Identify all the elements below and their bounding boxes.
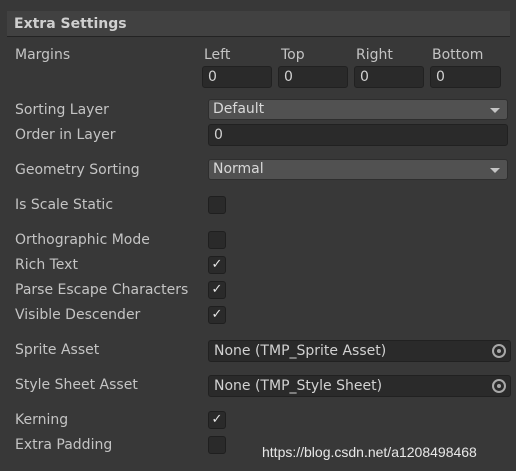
object-picker-icon[interactable] [492, 344, 506, 358]
sorting-layer-value: Default [213, 101, 265, 117]
extra-padding-checkbox[interactable] [208, 436, 226, 454]
sorting-layer-dropdown[interactable]: Default [208, 99, 508, 120]
order-in-layer-field[interactable]: 0 [208, 124, 508, 146]
geometry-sorting-value: Normal [213, 161, 264, 177]
kerning-checkbox[interactable]: ✓ [208, 411, 226, 429]
margin-top-label: Top [281, 47, 305, 63]
extra-padding-label: Extra Padding [15, 437, 113, 453]
parse-escape-label: Parse Escape Characters [15, 282, 189, 298]
watermark-text: https://blog.csdn.net/a1208498468 [262, 444, 477, 460]
margin-bottom-label: Bottom [432, 47, 484, 63]
section-header[interactable]: Extra Settings [7, 11, 510, 37]
orthographic-mode-checkbox[interactable] [208, 231, 226, 249]
is-scale-static-checkbox[interactable] [208, 196, 226, 214]
order-in-layer-label: Order in Layer [15, 127, 116, 143]
geometry-sorting-label: Geometry Sorting [15, 162, 140, 178]
style-sheet-asset-field[interactable]: None (TMP_Style Sheet) [208, 375, 511, 397]
margin-bottom-field[interactable]: 0 [430, 66, 501, 88]
rich-text-label: Rich Text [15, 257, 78, 273]
style-sheet-asset-label: Style Sheet Asset [15, 377, 138, 393]
parse-escape-checkbox[interactable]: ✓ [208, 281, 226, 299]
chevron-down-icon [490, 168, 500, 173]
sorting-layer-label: Sorting Layer [15, 102, 109, 118]
visible-descender-label: Visible Descender [15, 307, 141, 323]
margin-left-field[interactable]: 0 [202, 66, 272, 88]
geometry-sorting-dropdown[interactable]: Normal [208, 159, 508, 180]
sprite-asset-field[interactable]: None (TMP_Sprite Asset) [208, 340, 511, 362]
chevron-down-icon [490, 108, 500, 113]
margin-top-field[interactable]: 0 [278, 66, 348, 88]
is-scale-static-label: Is Scale Static [15, 197, 114, 213]
margin-right-field[interactable]: 0 [354, 66, 424, 88]
kerning-label: Kerning [15, 412, 69, 428]
rich-text-checkbox[interactable]: ✓ [208, 256, 226, 274]
style-sheet-asset-value: None (TMP_Style Sheet) [214, 378, 383, 394]
object-picker-icon[interactable] [492, 379, 506, 393]
sprite-asset-label: Sprite Asset [15, 342, 100, 358]
sprite-asset-value: None (TMP_Sprite Asset) [214, 343, 387, 359]
orthographic-mode-label: Orthographic Mode [15, 232, 150, 248]
visible-descender-checkbox[interactable]: ✓ [208, 306, 226, 324]
extra-settings-panel: Extra Settings Margins Left Top Right Bo… [0, 0, 516, 471]
margin-left-label: Left [204, 47, 231, 63]
margins-label: Margins [15, 47, 71, 63]
margin-right-label: Right [356, 47, 393, 63]
